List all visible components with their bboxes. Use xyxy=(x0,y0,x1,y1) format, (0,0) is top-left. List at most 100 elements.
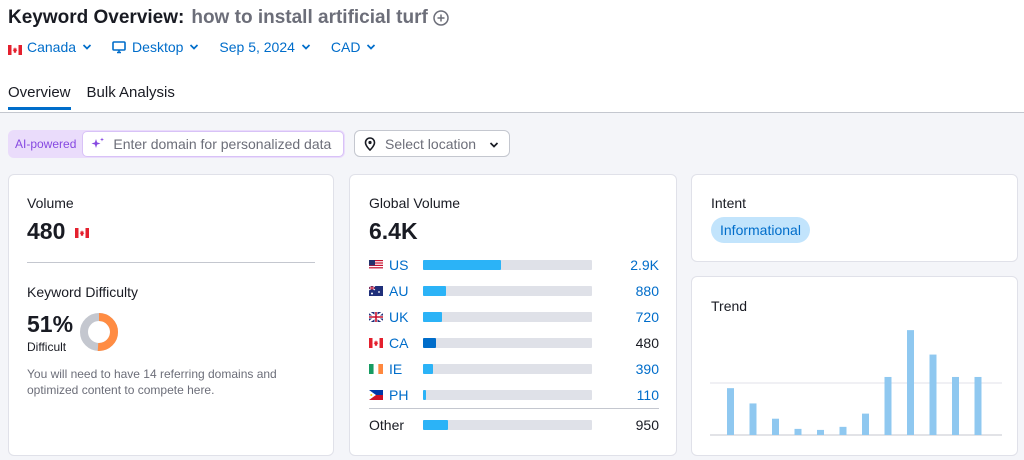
country-row-ie: IE 390 xyxy=(369,359,659,379)
ie-flag-icon xyxy=(369,364,383,374)
country-bar-track xyxy=(423,390,592,400)
tab-bulk-analysis[interactable]: Bulk Analysis xyxy=(87,84,175,110)
domain-input-wrapper xyxy=(82,131,345,157)
trend-bar[interactable] xyxy=(727,388,734,435)
country-row-other: Other 950 xyxy=(369,415,659,435)
country-value[interactable]: 390 xyxy=(636,361,659,377)
add-to-list-icon[interactable] xyxy=(433,10,449,26)
uk-flag-icon xyxy=(369,312,383,322)
keyword-difficulty-level: Difficult xyxy=(27,340,67,354)
trend-chart xyxy=(710,330,1002,436)
desktop-icon xyxy=(112,40,126,54)
country-bar-track xyxy=(423,312,592,322)
tab-overview[interactable]: Overview xyxy=(8,84,71,110)
country-bar-track xyxy=(423,338,592,348)
global-volume-label: Global Volume xyxy=(369,195,461,211)
global-volume-card: Global Volume 6.4K US 2.9K AU 880 UK 720 CA 480… xyxy=(349,174,677,456)
trend-label: Trend xyxy=(711,298,748,314)
chevron-down-icon xyxy=(301,42,311,52)
country-code[interactable]: US xyxy=(389,257,408,273)
card-divider xyxy=(27,262,315,263)
page-header: Keyword Overview: how to install artific… xyxy=(0,0,1024,113)
trend-bar[interactable] xyxy=(974,376,982,435)
country-filter-label: Canada xyxy=(27,39,77,55)
country-bar-fill xyxy=(423,364,434,374)
country-bar-fill xyxy=(423,338,436,348)
country-value[interactable]: 880 xyxy=(636,283,659,299)
other-bar-fill xyxy=(423,420,448,430)
ph-flag-icon xyxy=(369,390,383,400)
trend-bar[interactable] xyxy=(749,403,757,435)
country-bar-track xyxy=(423,260,592,270)
currency-filter[interactable]: CAD xyxy=(331,39,377,55)
country-filter[interactable]: Canada xyxy=(8,39,92,55)
location-pin-icon xyxy=(363,136,377,151)
trend-bar[interactable] xyxy=(907,330,914,435)
date-filter-label: Sep 5, 2024 xyxy=(219,39,295,55)
keyword-difficulty-description: You will need to have 14 referring domai… xyxy=(27,367,277,397)
global-volume-value: 6.4K xyxy=(369,218,418,244)
trend-bar[interactable] xyxy=(862,413,869,435)
device-filter-label: Desktop xyxy=(132,39,184,55)
filter-bar: Canada Desktop Sep 5, 2024 CAD xyxy=(8,39,396,55)
chevron-down-icon xyxy=(366,42,376,52)
country-code[interactable]: IE xyxy=(389,361,402,377)
keyword-difficulty-label: Keyword Difficulty xyxy=(27,284,139,300)
country-value[interactable]: 720 xyxy=(636,309,659,325)
keyword-difficulty-value: 51% xyxy=(27,311,74,337)
date-filter[interactable]: Sep 5, 2024 xyxy=(219,39,311,55)
device-filter[interactable]: Desktop xyxy=(112,39,199,55)
other-value: 950 xyxy=(635,417,659,433)
keyword-title: how to install artificial turf xyxy=(191,7,428,28)
country-row-us: US 2.9K xyxy=(369,255,659,275)
trend-bar[interactable] xyxy=(952,376,959,435)
country-bar-fill xyxy=(423,260,501,270)
country-value[interactable]: 2.9K xyxy=(630,257,659,273)
country-row-au: AU 880 xyxy=(369,281,659,301)
us-flag-icon xyxy=(369,260,383,270)
country-row-ca: CA 480 xyxy=(369,333,659,353)
chevron-down-icon xyxy=(489,140,499,150)
intent-label: Intent xyxy=(711,195,747,211)
trend-bar[interactable] xyxy=(817,429,824,435)
intent-badge[interactable]: Informational xyxy=(711,217,810,243)
country-value: 480 xyxy=(635,335,659,351)
location-select[interactable]: Select location xyxy=(354,130,510,157)
country-row-uk: UK 720 xyxy=(369,307,659,327)
tab-bar: Overview Bulk Analysis xyxy=(8,84,191,110)
canada-flag-icon xyxy=(8,42,22,55)
volume-card: Volume 480 Keyword Difficulty 51% Diffic… xyxy=(8,174,334,456)
ai-domain-group: AI-powered xyxy=(8,130,346,158)
title-row: Keyword Overview: how to install artific… xyxy=(8,7,449,29)
difficulty-donut xyxy=(80,313,118,351)
location-select-placeholder: Select location xyxy=(385,135,477,152)
trend-card: Trend xyxy=(691,276,1018,456)
ai-powered-label: AI-powered xyxy=(15,137,77,151)
domain-input[interactable] xyxy=(113,136,339,152)
country-bar-fill xyxy=(423,312,442,322)
country-bar-fill xyxy=(423,390,427,400)
country-value[interactable]: 110 xyxy=(637,387,659,403)
canada-flag-icon xyxy=(74,227,89,238)
trend-bar[interactable] xyxy=(794,428,802,435)
ca-flag-icon xyxy=(369,338,383,348)
country-code[interactable]: UK xyxy=(389,309,408,325)
country-code[interactable]: CA xyxy=(389,335,408,351)
trend-bar[interactable] xyxy=(839,426,847,435)
trend-bar[interactable] xyxy=(929,354,937,435)
sparkle-icon xyxy=(91,137,105,151)
country-bar-track xyxy=(423,364,592,374)
country-row-ph: PH 110 xyxy=(369,385,659,405)
volume-label: Volume xyxy=(27,195,74,211)
volume-value: 480 xyxy=(27,218,89,245)
country-code[interactable]: AU xyxy=(389,283,408,299)
country-code[interactable]: PH xyxy=(389,387,408,403)
page-title: Keyword Overview: xyxy=(8,7,185,28)
au-flag-icon xyxy=(369,286,383,296)
trend-bar[interactable] xyxy=(884,376,892,435)
chevron-down-icon xyxy=(82,42,92,52)
other-bar-track xyxy=(423,420,592,430)
other-label: Other xyxy=(369,417,405,433)
trend-bar[interactable] xyxy=(772,418,779,435)
intent-card: Intent Informational xyxy=(691,174,1018,262)
